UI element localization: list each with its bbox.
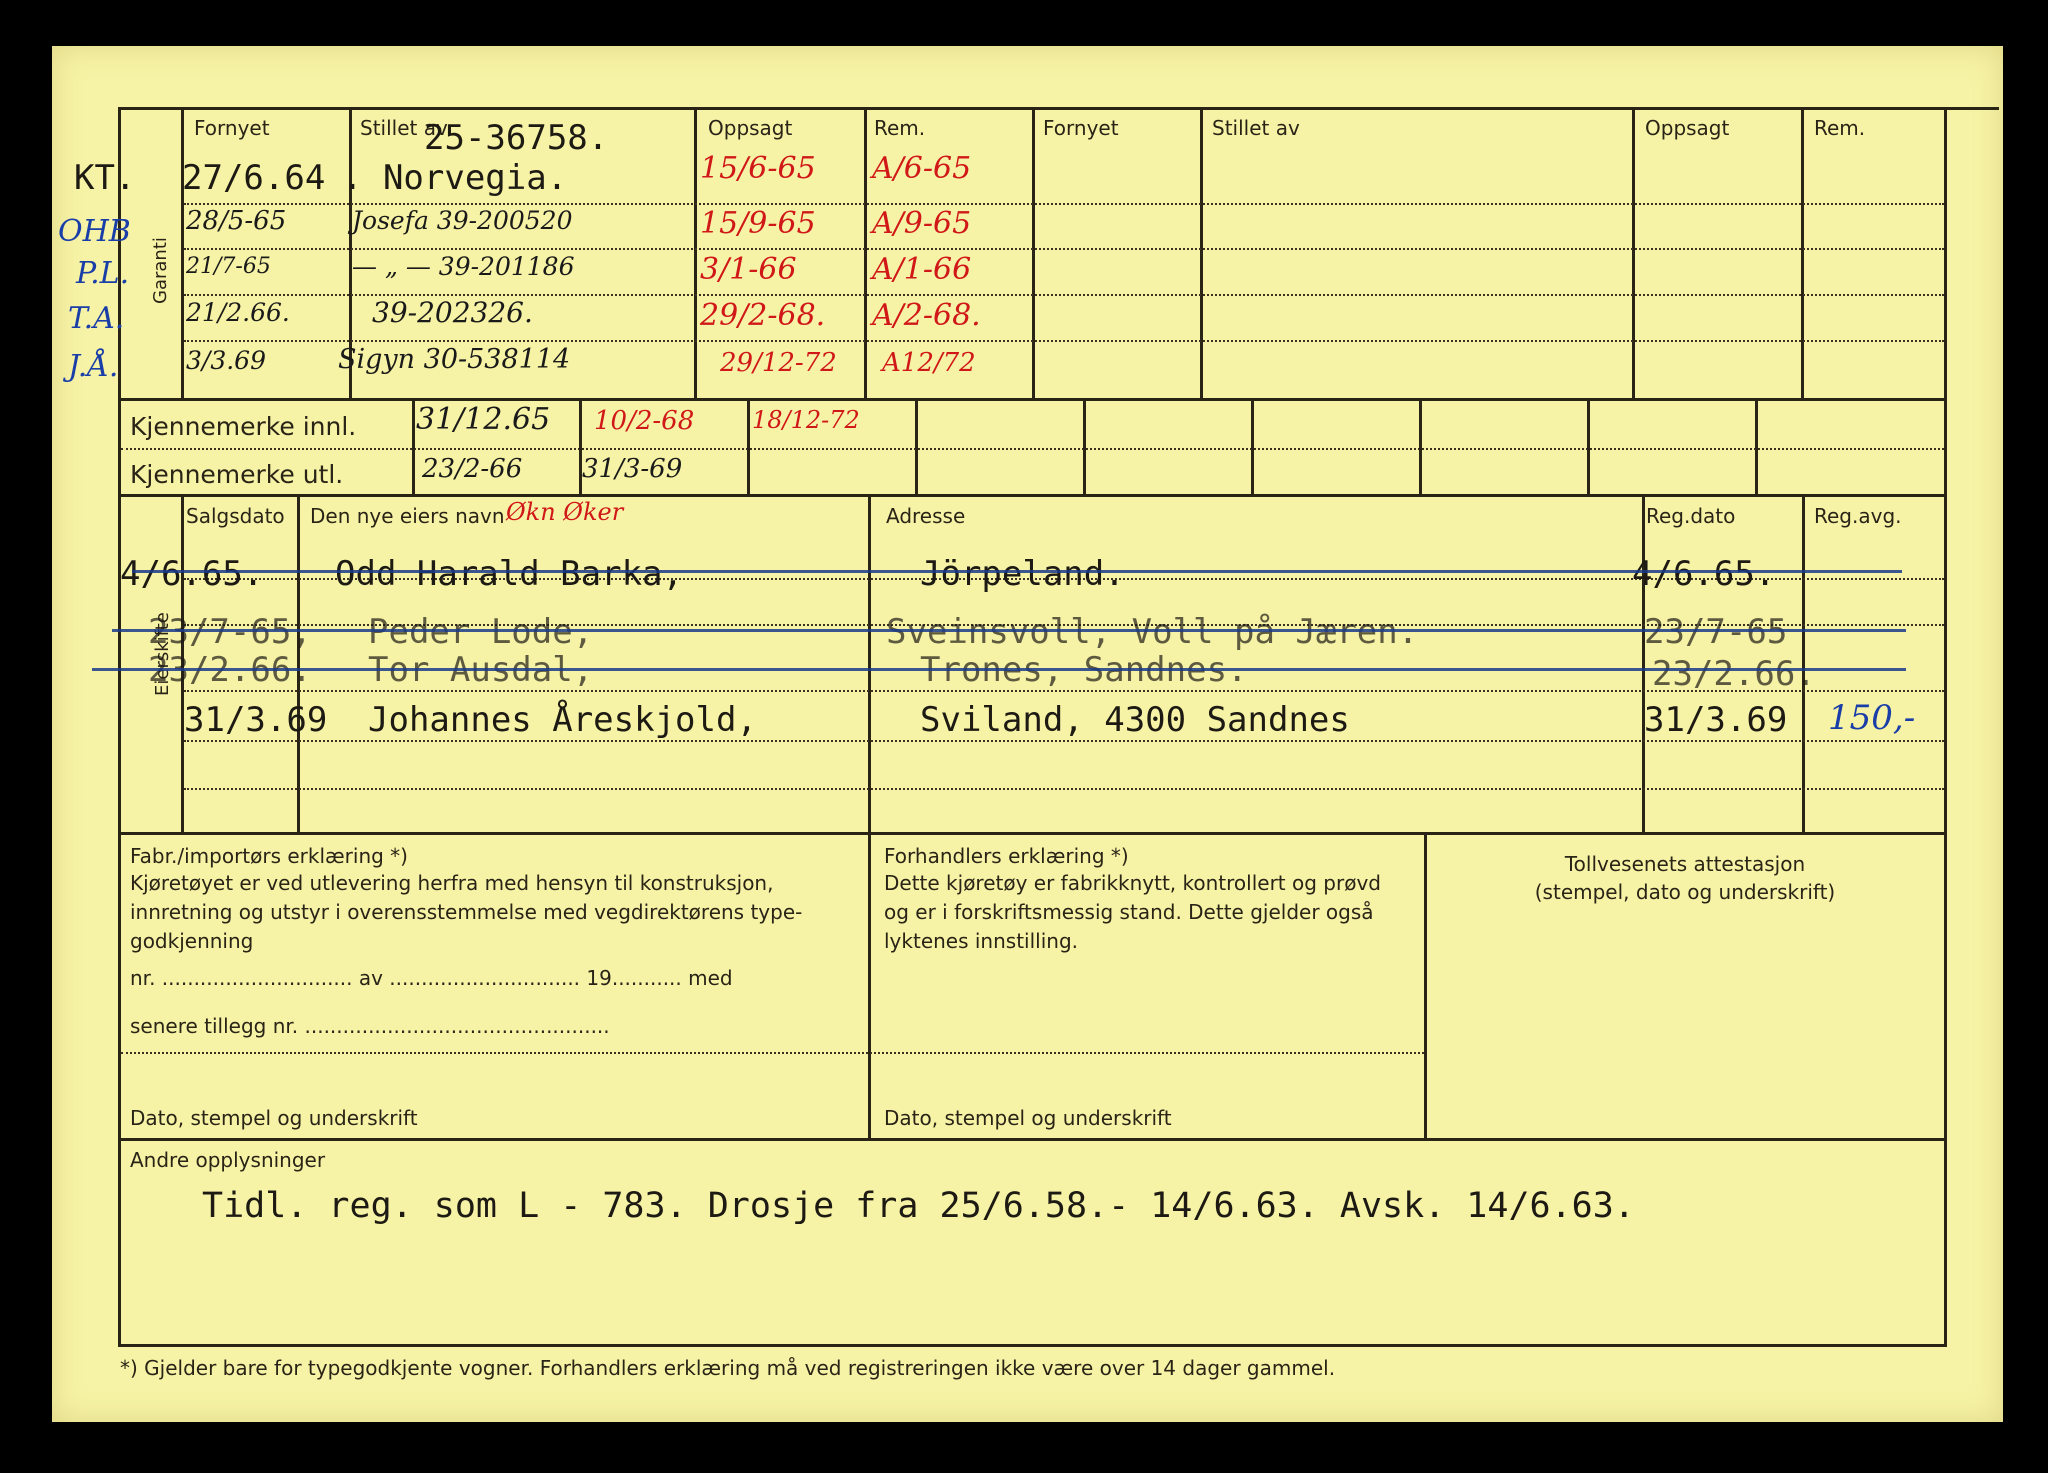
owner-hand-notes: Økn Øker <box>506 498 624 526</box>
utl-value-2: 31/3-69 <box>582 454 683 484</box>
oppsagt-row-1: 15/6-65 <box>700 151 816 186</box>
owner-2-adresse: Sveinsvoll, Voll på Jæren. <box>886 612 1419 652</box>
garanti-label: Garanti <box>150 237 171 304</box>
header-rem-2: Rem. <box>1814 116 1866 140</box>
stillet-row-2: Josefa 39-200520 <box>352 206 573 235</box>
fornyet-first: 27/6.64 <box>182 158 326 198</box>
right-border <box>1944 107 1947 1347</box>
rem-row-2: A/9-65 <box>872 206 972 241</box>
header-oppsagt-2: Oppsagt <box>1645 116 1730 140</box>
left-note-2: P.L. <box>76 256 130 291</box>
top-border <box>118 107 1999 110</box>
oppsagt-row-2: 15/9-65 <box>700 206 816 241</box>
stillet-row-5: Sigyn 30-538114 <box>338 344 571 375</box>
owner-1-regdato: 4/6.65. <box>1632 554 1776 594</box>
kt-label: KT. <box>74 158 136 198</box>
owner-4-regavg: 150,- <box>1828 698 1916 738</box>
owner-4-navn: Johannes Åreskjold, <box>368 700 757 740</box>
andre-text: Tidl. reg. som L - 783. Drosje fra 25/6.… <box>202 1186 1635 1226</box>
fornyet-row-3: 21/7-65 <box>186 254 271 279</box>
oppsagt-row-3: 3/1-66 <box>700 252 797 287</box>
col-navn: Den nye eiers navn <box>310 504 505 528</box>
stillet-row-4: 39-202326. <box>372 296 533 329</box>
fabr-nr-line: nr. .............................. av ..… <box>130 966 733 990</box>
rem-row-4: A/2-68. <box>872 298 981 333</box>
owner-2-navn: Peder Lode, <box>368 612 594 652</box>
andre-label: Andre opplysninger <box>130 1148 326 1172</box>
utl-value-1: 23/2-66 <box>422 454 523 484</box>
col-regavg: Reg.avg. <box>1814 504 1902 528</box>
registration-card: Fornyet Stillet av Oppsagt Rem. Fornyet … <box>52 46 2003 1422</box>
header-fornyet-1: Fornyet <box>194 116 270 140</box>
policy-number: 25-36758. <box>424 118 609 158</box>
fabr-body: Kjøretøyet er ved utlevering herfra med … <box>130 871 803 953</box>
col-adresse: Adresse <box>886 504 966 528</box>
left-border <box>118 107 121 1347</box>
owner-1-salgsdato: 4/6.65. <box>120 554 264 594</box>
oppsagt-row-5: 29/12-72 <box>720 348 837 378</box>
col-salgsdato: Salgsdato <box>186 504 285 528</box>
rem-row-5: A12/72 <box>882 348 976 378</box>
owner-4-salgsdato: 31/3.69 <box>184 700 328 740</box>
left-note-3: T.A. <box>68 301 125 336</box>
kjennemerke-utl-label: Kjennemerke utl. <box>130 460 344 489</box>
owner-4-adresse: Sviland, 4300 Sandnes <box>920 700 1350 740</box>
footnote: *) Gjelder bare for typegodkjente vogner… <box>120 1356 1336 1380</box>
owner-3-strike <box>92 668 1906 671</box>
owner-1-adresse: Jörpeland. <box>920 554 1125 594</box>
owner-4-regdato: 31/3.69 <box>1644 700 1788 740</box>
insurance-company: . Norvegia. <box>342 158 568 198</box>
toll-title: Tollvesenets attestasjon <box>1564 852 1806 876</box>
innl-value-2: 10/2-68 <box>594 406 695 436</box>
owner-2-regdato: 23/7-65 <box>1644 612 1788 652</box>
forh-body: Dette kjøretøy er fabrikknytt, kontrolle… <box>884 871 1381 953</box>
fabr-tillegg-line: senere tillegg nr. .....................… <box>130 1014 610 1038</box>
forh-footer: Dato, stempel og underskrift <box>884 1106 1172 1130</box>
toll-sub: (stempel, dato og underskrift) <box>1534 880 1836 904</box>
header-stillet-av-2: Stillet av <box>1212 116 1300 140</box>
fornyet-row-4: 21/2.66. <box>186 298 290 327</box>
fabr-title: Fabr./importørs erklæring *) <box>130 844 408 868</box>
fornyet-row-2: 28/5-65 <box>186 206 287 236</box>
left-note-1: OHB <box>58 214 131 249</box>
innl-value-3: 18/12-72 <box>752 406 860 434</box>
innl-value-1: 31/12.65 <box>416 402 551 437</box>
header-rem-1: Rem. <box>874 116 926 140</box>
header-oppsagt-1: Oppsagt <box>708 116 793 140</box>
stillet-row-3: — „ — 39-201186 <box>352 252 575 281</box>
rem-row-1: A/6-65 <box>872 151 972 186</box>
owner-3-regdato: 23/2.66. <box>1652 654 1816 694</box>
left-note-4: J.Å. <box>68 349 119 384</box>
col-regdato: Reg.dato <box>1646 504 1736 528</box>
fabr-footer: Dato, stempel og underskrift <box>130 1106 418 1130</box>
owner-2-strike <box>112 629 1906 632</box>
owner-2-salgsdato: 23/7-65, <box>148 612 312 652</box>
owner-1-strike <box>132 570 1902 573</box>
owner-1-navn: Odd Harald Barka, <box>335 554 683 594</box>
forh-title: Forhandlers erklæring *) <box>884 844 1129 868</box>
header-fornyet-2: Fornyet <box>1043 116 1119 140</box>
fornyet-row-5: 3/3.69 <box>186 346 266 375</box>
kjennemerke-innl-label: Kjennemerke innl. <box>130 412 357 441</box>
rem-row-3: A/1-66 <box>872 252 972 287</box>
oppsagt-row-4: 29/2-68. <box>700 298 826 333</box>
